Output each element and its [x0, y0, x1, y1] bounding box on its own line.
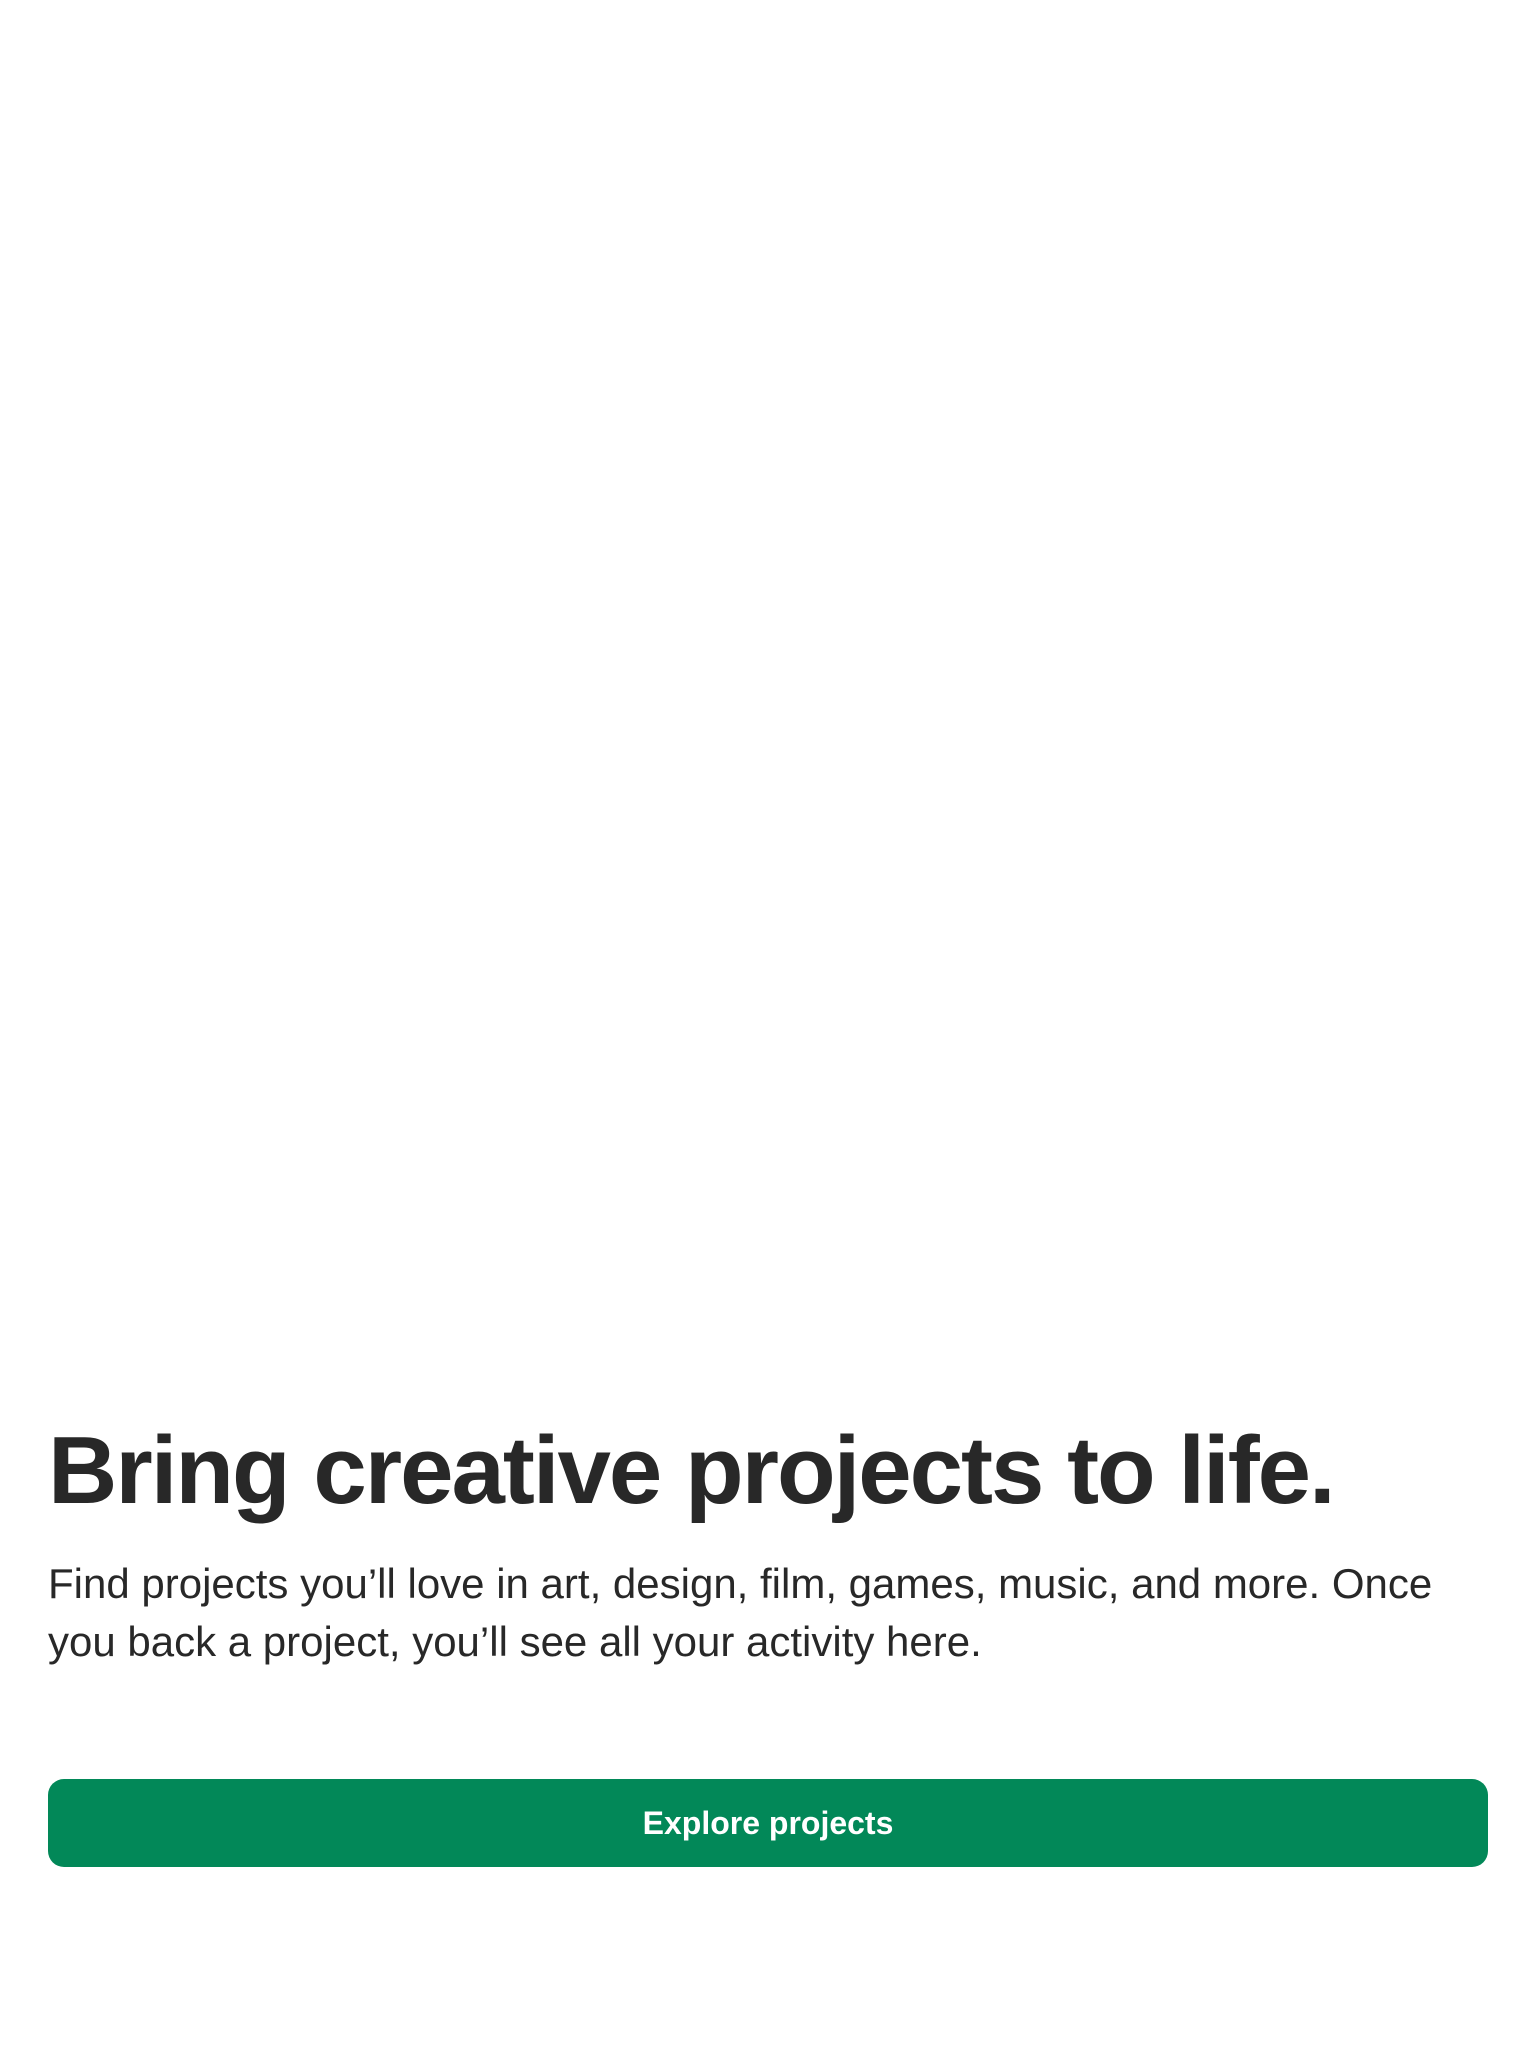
empty-state-description: Find projects you’ll love in art, design…: [48, 1560, 1433, 1665]
activity-empty-screen: Bring creative projects to life. Find pr…: [0, 0, 1536, 2048]
empty-state-headline: Bring creative projects to life.: [48, 1417, 1336, 1524]
empty-state: Bring creative projects to life. Find pr…: [48, 1415, 1488, 1671]
empty-content-area: [0, 0, 1536, 1400]
explore-projects-button[interactable]: Explore projects: [48, 1779, 1488, 1867]
